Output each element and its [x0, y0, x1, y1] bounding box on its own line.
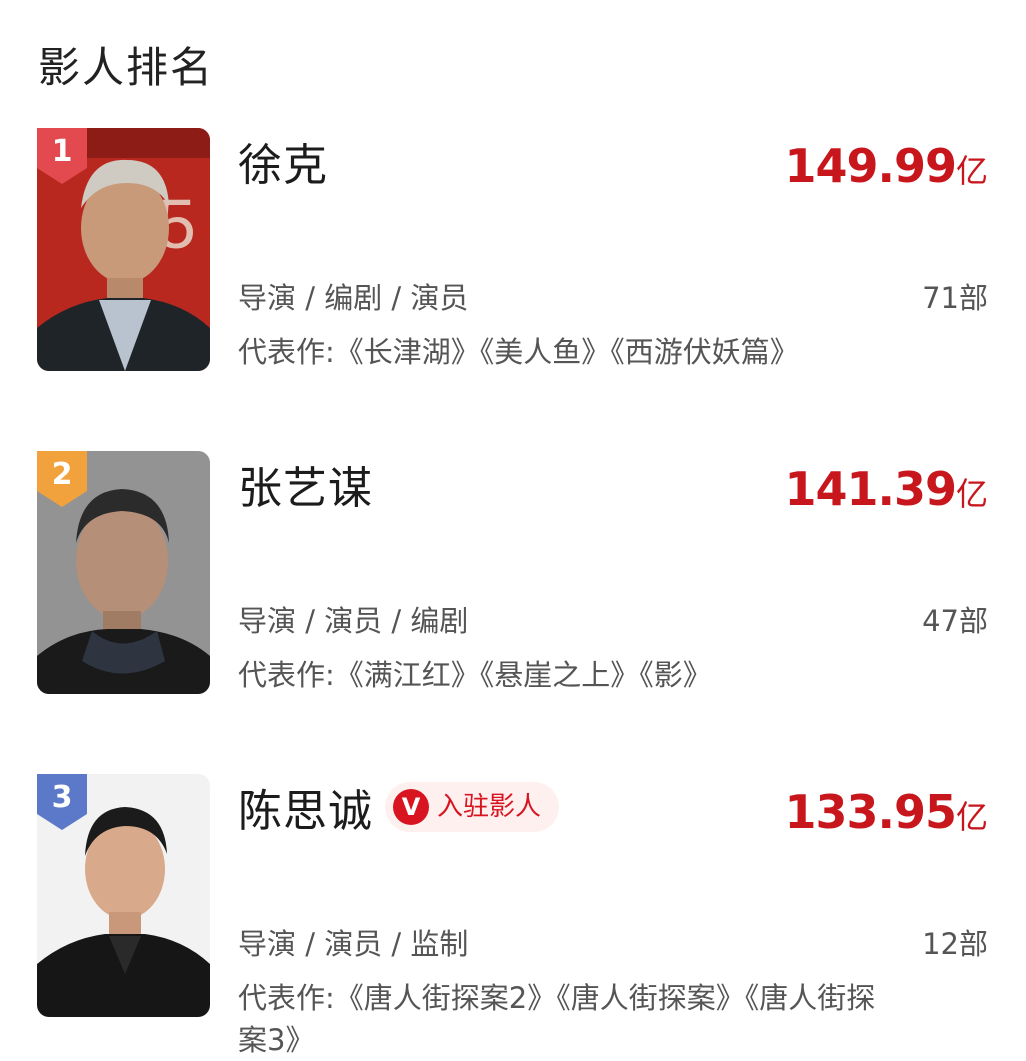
person-roles: 导演 / 演员 / 监制: [238, 927, 469, 961]
page-title: 影人排名: [38, 43, 215, 92]
verified-icon: V: [393, 789, 429, 825]
verified-creator-badge[interactable]: V 入驻影人: [385, 782, 560, 832]
boxoffice-unit: 亿: [955, 798, 988, 836]
person-name[interactable]: 张艺谋: [238, 461, 373, 517]
representative-works: 代表作:《长津湖》《美人鱼》《西游伏妖篇》: [238, 335, 799, 369]
boxoffice-value: 149.99: [784, 139, 957, 193]
verified-label: 入驻影人: [437, 792, 542, 822]
film-count: 47部: [922, 604, 988, 638]
rank-badge: 2: [37, 451, 87, 507]
person-name[interactable]: 陈思诚: [238, 784, 373, 840]
boxoffice-unit: 亿: [955, 475, 988, 513]
film-count: 12部: [922, 927, 988, 961]
boxoffice-value: 141.39: [784, 462, 957, 516]
person-roles: 导演 / 编剧 / 演员: [238, 281, 469, 315]
rank-number: 3: [51, 780, 73, 815]
rank-badge: 1: [37, 128, 87, 184]
representative-works: 代表作:《满江红》《悬崖之上》《影》: [238, 658, 712, 692]
boxoffice-total: 149.99亿: [784, 136, 988, 207]
film-count: 71部: [922, 281, 988, 315]
boxoffice-unit: 亿: [955, 152, 988, 190]
boxoffice-value: 133.95: [784, 785, 957, 839]
representative-works: 代表作:《唐人街探案2》《唐人街探案》《唐人街探案3》: [238, 981, 876, 1057]
rank-badge: 3: [37, 774, 87, 830]
rank-number: 1: [51, 134, 73, 169]
rank-number: 2: [51, 457, 73, 492]
ranking-entry-2[interactable]: 2 张艺谋 141.39亿 导演 / 演员 / 编剧 47部 代表作:《满江红》…: [0, 451, 1026, 701]
person-name[interactable]: 徐克: [238, 138, 328, 194]
person-roles: 导演 / 演员 / 编剧: [238, 604, 469, 638]
boxoffice-total: 133.95亿: [784, 782, 988, 853]
ranking-entry-3[interactable]: 3 陈思诚 V 入驻影人 133.95亿 导演 / 演员 / 监制 12部 代表…: [0, 774, 1026, 1057]
ranking-entry-1[interactable]: 5 1 徐克 149.99亿 导演 / 编剧 / 演员 71部 代表作:《长津湖…: [0, 128, 1026, 378]
boxoffice-total: 141.39亿: [784, 459, 988, 530]
